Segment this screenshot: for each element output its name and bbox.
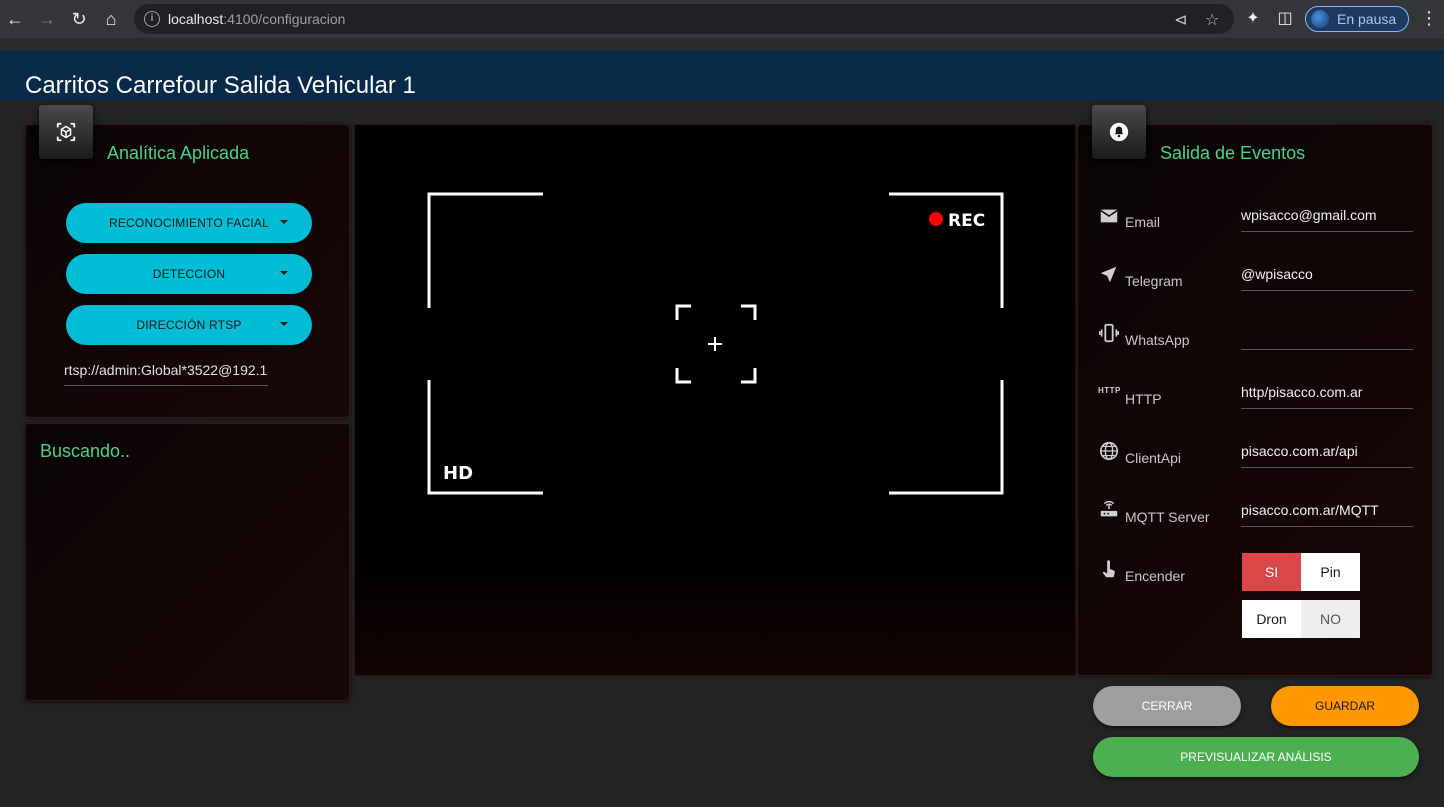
side-panel-icon[interactable]: ◫ xyxy=(1275,9,1295,29)
touch-icon xyxy=(1098,558,1120,580)
save-button[interactable]: GUARDAR xyxy=(1271,686,1419,726)
search-card xyxy=(25,423,350,701)
share-icon[interactable]: ⊲ xyxy=(1174,10,1187,30)
email-icon xyxy=(1098,205,1120,227)
analytics-icon-box xyxy=(39,105,93,159)
cube-scan-icon xyxy=(56,122,76,142)
video-preview: REC HD xyxy=(354,124,1076,676)
forward-icon[interactable]: → xyxy=(37,9,57,29)
email-field[interactable]: wpisacco@gmail.com xyxy=(1241,202,1413,232)
mqtt-label: MQTT Server xyxy=(1125,509,1210,525)
address-bar[interactable]: i localhost:4100/configuracion ⊲ ☆ xyxy=(134,4,1234,34)
bell-icon xyxy=(1109,122,1129,142)
avatar xyxy=(1311,10,1329,28)
analytics-title: Analítica Aplicada xyxy=(107,143,250,163)
toggle-no[interactable]: NO xyxy=(1301,600,1360,638)
whatsapp-field[interactable] xyxy=(1241,320,1413,350)
app-container: Carritos Carrefour Salida Vehicular 1 An… xyxy=(0,50,1444,807)
toggle-dron[interactable]: Dron xyxy=(1242,600,1301,638)
phone-vibrate-icon xyxy=(1098,322,1120,344)
back-icon[interactable]: ← xyxy=(5,9,25,29)
toggle-pin[interactable]: Pin xyxy=(1301,553,1360,591)
http-field[interactable]: http/pisacco.com.ar xyxy=(1241,379,1413,409)
toolbar-gap xyxy=(0,38,1444,50)
telegram-label: Telegram xyxy=(1125,273,1183,289)
mqtt-field[interactable]: pisacco.com.ar/MQTT xyxy=(1241,497,1413,527)
reload-icon[interactable]: ↻ xyxy=(69,9,89,29)
video-background xyxy=(355,125,1075,675)
hd-label: HD xyxy=(443,463,473,484)
search-status: Buscando.. xyxy=(40,441,131,461)
rtsp-dropdown[interactable]: DIRECCIÓN RTSP xyxy=(66,305,312,345)
email-label: Email xyxy=(1125,214,1161,230)
router-icon xyxy=(1098,499,1120,521)
rec-label: REC xyxy=(948,211,985,231)
http-icon: HTTP xyxy=(1098,386,1121,395)
clientapi-label: ClientApi xyxy=(1125,450,1182,466)
rtsp-label: DIRECCIÓN RTSP xyxy=(136,318,242,332)
bookmark-star-icon[interactable]: ☆ xyxy=(1205,10,1219,30)
events-title: Salida de Eventos xyxy=(1160,143,1306,163)
url-text[interactable]: localhost:4100/configuracion xyxy=(168,11,345,27)
encender-label: Encender xyxy=(1125,568,1185,584)
browser-menu-icon[interactable]: ⋮ xyxy=(1420,8,1438,29)
close-button[interactable]: CERRAR xyxy=(1093,686,1241,726)
caret-down-icon xyxy=(280,322,288,326)
http-label: HTTP xyxy=(1125,391,1162,407)
profile-label: En pausa xyxy=(1337,11,1397,27)
page-title: Carritos Carrefour Salida Vehicular 1 xyxy=(25,72,416,99)
telegram-field[interactable]: @wpisacco xyxy=(1241,261,1413,291)
events-icon-box xyxy=(1092,105,1146,159)
profile-button[interactable]: En pausa xyxy=(1305,6,1409,32)
facial-recognition-label: RECONOCIMIENTO FACIAL xyxy=(108,216,269,230)
site-info-icon[interactable]: i xyxy=(144,11,160,27)
rec-dot xyxy=(929,212,943,226)
detection-dropdown[interactable]: DETECCION xyxy=(66,254,312,294)
detection-label: DETECCION xyxy=(152,267,226,281)
whatsapp-label: WhatsApp xyxy=(1125,332,1190,348)
rtsp-input[interactable]: rtsp://admin:Global*3522@192.1 xyxy=(64,358,268,386)
caret-down-icon xyxy=(280,271,288,275)
caret-down-icon xyxy=(280,220,288,224)
preview-analysis-button[interactable]: PREVISUALIZAR ANÁLISIS xyxy=(1093,737,1419,777)
extensions-icon[interactable]: ✦ xyxy=(1243,9,1263,29)
send-icon xyxy=(1098,264,1120,286)
facial-recognition-dropdown[interactable]: RECONOCIMIENTO FACIAL xyxy=(66,203,312,243)
clientapi-field[interactable]: pisacco.com.ar/api xyxy=(1241,438,1413,468)
toggle-si[interactable]: SI xyxy=(1242,553,1301,591)
home-icon[interactable]: ⌂ xyxy=(101,9,121,29)
app-header: Carritos Carrefour Salida Vehicular 1 xyxy=(0,50,1444,100)
globe-icon xyxy=(1098,440,1120,462)
browser-toolbar: ← → ↻ ⌂ i localhost:4100/configuracion ⊲… xyxy=(0,0,1444,38)
camera-viewfinder: REC HD xyxy=(355,125,1075,675)
